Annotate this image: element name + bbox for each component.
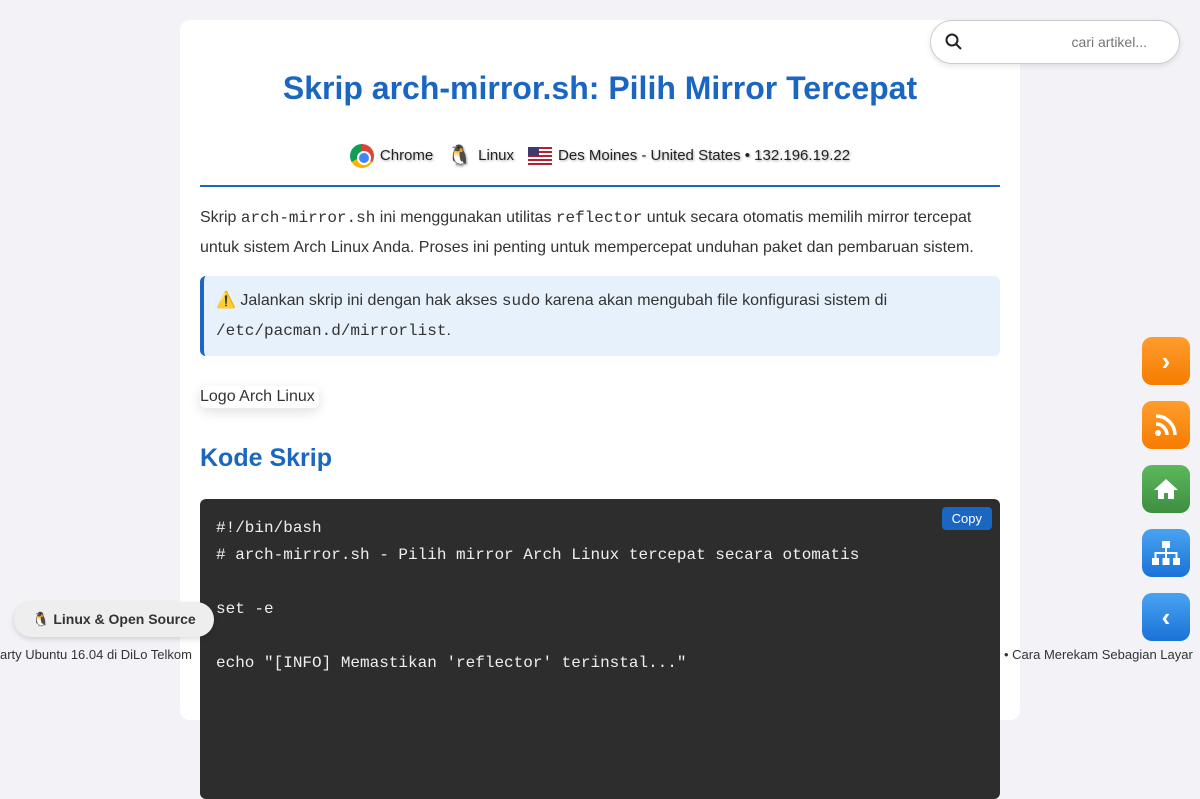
search-box[interactable] [930, 20, 1180, 64]
visitor-info: Chrome 🐧 Linux Des Moines - United State… [200, 143, 1000, 168]
intro-paragraph: Skrip arch-mirror.sh ini menggunakan uti… [200, 209, 974, 256]
chevron-left-icon: ‹ [1161, 601, 1171, 632]
ticker-item[interactable]: • Cara Merekam Sebagian Layar [1004, 647, 1193, 662]
sitemap-icon [1152, 541, 1180, 565]
code-block: Copy #!/bin/bash # arch-mirror.sh - Pilih… [200, 499, 1000, 799]
section-heading: Kode Skrip [200, 444, 332, 472]
rss-icon [1155, 414, 1177, 436]
divider [200, 185, 1000, 187]
arch-logo-image: Logo Arch Linux [200, 386, 319, 408]
search-icon [945, 33, 962, 50]
browser-label: Chrome [379, 147, 434, 164]
category-badge[interactable]: 🐧 Linux & Open Source [14, 602, 214, 637]
chevron-right-icon: › [1161, 345, 1171, 376]
location-label: Des Moines - United States • 132.196.19.… [558, 147, 851, 164]
code-text: #!/bin/bash # arch-mirror.sh - Pilih mir… [216, 519, 860, 672]
next-button[interactable]: › [1142, 337, 1190, 385]
back-button[interactable]: ‹ [1142, 593, 1190, 641]
home-button[interactable] [1142, 465, 1190, 513]
ticker-item[interactable]: arty Ubuntu 16.04 di DiLo Telkom [0, 647, 192, 662]
warning-note: ⚠️ Jalankan skrip ini dengan hak akses s… [200, 276, 1000, 356]
sitemap-button[interactable] [1142, 529, 1190, 577]
chrome-icon [349, 143, 374, 168]
linux-penguin-icon: 🐧 [447, 145, 473, 167]
page-title: Skrip arch-mirror.sh: Pilih Mirror Terce… [282, 70, 918, 106]
copy-button[interactable]: Copy [941, 507, 992, 530]
article-card: Skrip arch-mirror.sh: Pilih Mirror Terce… [180, 20, 1020, 799]
home-icon [1154, 479, 1178, 499]
search-input[interactable] [963, 34, 1165, 50]
rss-button[interactable] [1142, 401, 1190, 449]
us-flag-icon [528, 146, 553, 165]
os-label: Linux [478, 147, 515, 164]
